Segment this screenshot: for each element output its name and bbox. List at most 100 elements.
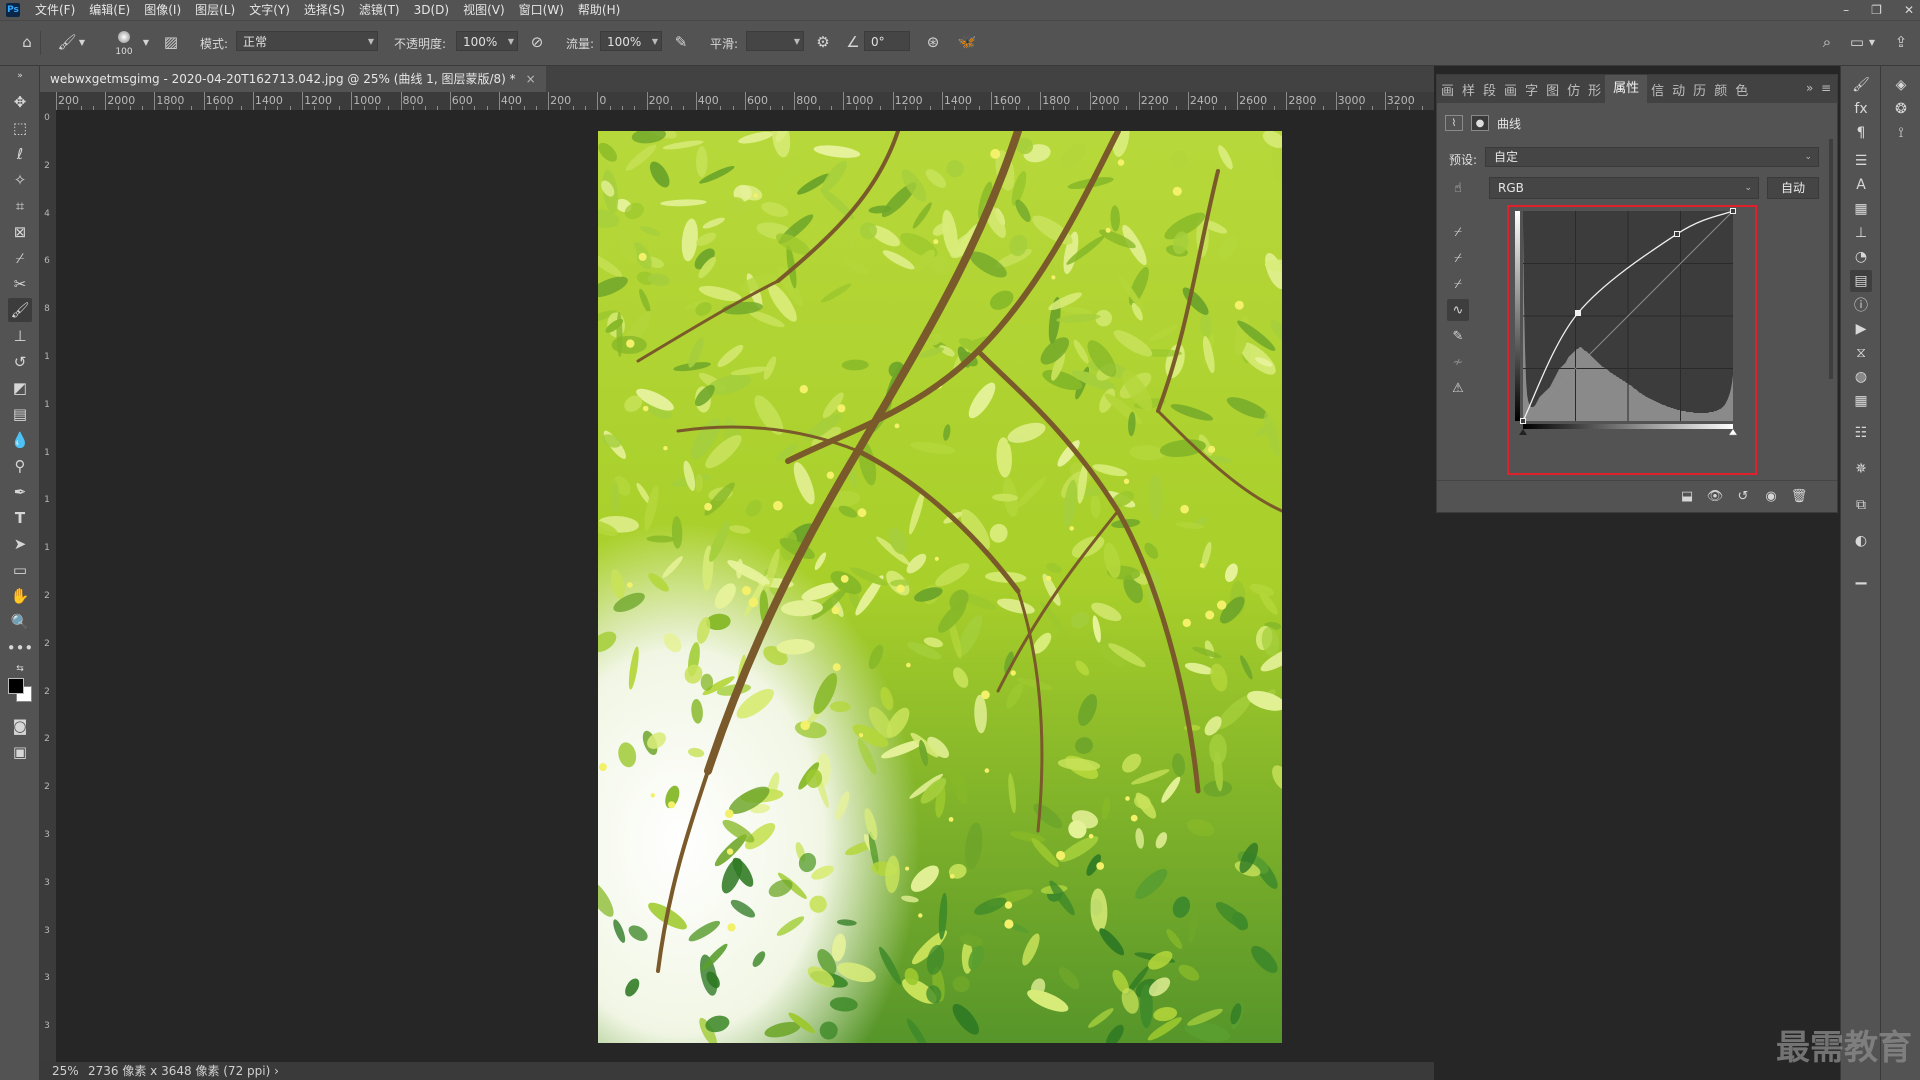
- navigator-icon[interactable]: ✵: [1850, 458, 1872, 480]
- brush-tool-icon[interactable]: 🖌: [56, 31, 78, 53]
- color-icon[interactable]: ◍: [1850, 366, 1872, 388]
- brush-preset-picker[interactable]: 100: [110, 29, 138, 59]
- chevron-down-icon[interactable]: ▼: [1866, 31, 1878, 53]
- white-point-eyedropper-icon[interactable]: ⌿: [1447, 273, 1469, 295]
- pressure-size-icon[interactable]: ⊛: [922, 31, 944, 53]
- screen-mode-icon[interactable]: ▣: [8, 740, 32, 764]
- clipping-warning-icon[interactable]: ⚠: [1447, 377, 1469, 399]
- collapse-toolbar-icon[interactable]: »: [8, 70, 32, 82]
- channel-select[interactable]: RGB ⌄: [1489, 177, 1759, 199]
- mode-select[interactable]: 正常 ▼: [236, 31, 378, 51]
- eraser-tool-icon[interactable]: ◩: [8, 376, 32, 400]
- swap-colors-icon[interactable]: ⇆: [8, 662, 32, 676]
- channels-icon[interactable]: ❂: [1890, 98, 1912, 120]
- preset-select[interactable]: 自定 ⌄: [1485, 147, 1819, 167]
- healing-brush-tool-icon[interactable]: ✂: [8, 272, 32, 296]
- brush-settings-panel-icon[interactable]: ▨: [160, 31, 182, 53]
- paths-icon[interactable]: ⟟: [1890, 122, 1912, 144]
- on-image-adjust-icon[interactable]: ☝: [1447, 177, 1469, 199]
- menu-file[interactable]: 文件(F): [28, 0, 82, 20]
- eyedropper-tool-icon[interactable]: ⌿: [8, 246, 32, 270]
- black-point-eyedropper-icon[interactable]: ⌿: [1447, 221, 1469, 243]
- angle-field[interactable]: 0°: [864, 31, 910, 51]
- tab-color[interactable]: 颜: [1710, 80, 1731, 99]
- tab-character[interactable]: 字: [1521, 80, 1542, 99]
- tab-properties[interactable]: 属性: [1605, 75, 1648, 103]
- airbrush-icon[interactable]: ✎: [670, 31, 692, 53]
- curve-control-point[interactable]: [1575, 310, 1581, 316]
- type-tool-icon[interactable]: T: [8, 506, 32, 530]
- trash-icon[interactable]: 🗑: [1789, 487, 1809, 505]
- draw-curve-pencil-icon[interactable]: ✎: [1447, 325, 1469, 347]
- search-icon[interactable]: ⌕: [1816, 31, 1838, 53]
- menu-image[interactable]: 图像(I): [137, 0, 188, 20]
- tab-swatches[interactable]: 色: [1731, 80, 1752, 99]
- gradient-tool-icon[interactable]: ▤: [8, 402, 32, 426]
- close-icon[interactable]: ✕: [1904, 3, 1914, 17]
- clone-stamp-tool-icon[interactable]: ⊥: [8, 324, 32, 348]
- flow-field[interactable]: 100% ▼: [600, 31, 662, 51]
- history-icon[interactable]: ⧖: [1850, 342, 1872, 364]
- smoothing-field[interactable]: ▼: [746, 31, 804, 51]
- actions-play-icon[interactable]: ▶: [1850, 318, 1872, 340]
- path-selection-tool-icon[interactable]: ➤: [8, 532, 32, 556]
- expand-panels-icon[interactable]: »: [1806, 81, 1813, 95]
- swatches-icon[interactable]: ▦: [1850, 390, 1872, 412]
- menu-edit[interactable]: 编辑(E): [82, 0, 137, 20]
- move-tool-icon[interactable]: ✥: [8, 90, 32, 114]
- hand-tool-icon[interactable]: ✋: [8, 584, 32, 608]
- curves-adjustment-icon[interactable]: ⌇: [1445, 115, 1463, 131]
- symmetry-icon[interactable]: 🦋: [956, 31, 978, 53]
- curves-graph-canvas[interactable]: [1509, 207, 1755, 473]
- restore-icon[interactable]: ❐: [1871, 3, 1882, 17]
- scrollbar-thumb[interactable]: [1829, 139, 1833, 379]
- curves-graph[interactable]: [1507, 205, 1757, 475]
- menu-type[interactable]: 文字(Y): [242, 0, 297, 20]
- adjustments-sliders-icon[interactable]: ☰: [1850, 150, 1872, 172]
- document-image[interactable]: [598, 131, 1282, 1043]
- lasso-tool-icon[interactable]: ℓ: [8, 142, 32, 166]
- edit-points-icon[interactable]: ∿: [1447, 299, 1469, 321]
- menu-3d[interactable]: 3D(D): [407, 0, 456, 20]
- layer-mask-icon[interactable]: ●: [1471, 115, 1489, 131]
- menu-help[interactable]: 帮助(H): [571, 0, 627, 20]
- styles-icon[interactable]: fx: [1850, 98, 1872, 120]
- color-swatches[interactable]: [8, 678, 32, 702]
- clone-source-icon[interactable]: ⊥: [1850, 222, 1872, 244]
- tab-glyphs[interactable]: 图: [1542, 80, 1563, 99]
- panel-scrollbar[interactable]: [1827, 139, 1835, 399]
- rectangle-tool-icon[interactable]: ▭: [8, 558, 32, 582]
- pressure-opacity-icon[interactable]: ⊘: [526, 31, 548, 53]
- share-icon[interactable]: ⇪: [1890, 31, 1912, 53]
- chevron-down-icon[interactable]: ▼: [76, 31, 88, 53]
- adjustments-icon[interactable]: ◐: [1850, 530, 1872, 552]
- history-brush-tool-icon[interactable]: ↺: [8, 350, 32, 374]
- dodge-tool-icon[interactable]: ⚲: [8, 454, 32, 478]
- auto-button[interactable]: 自动: [1767, 177, 1819, 199]
- frame-tool-icon[interactable]: ⊠: [8, 220, 32, 244]
- marquee-tool-icon[interactable]: ⬚: [8, 116, 32, 140]
- opacity-field[interactable]: 100% ▼: [456, 31, 518, 51]
- curve-control-point[interactable]: [1730, 208, 1736, 214]
- tab-paragraph[interactable]: 段: [1479, 80, 1500, 99]
- gray-point-eyedropper-icon[interactable]: ⌿: [1447, 247, 1469, 269]
- menu-layer[interactable]: 图层(L): [188, 0, 242, 20]
- more-tools-icon[interactable]: •••: [7, 636, 34, 660]
- glyphs-icon[interactable]: ▦: [1850, 198, 1872, 220]
- paragraph-icon[interactable]: ¶: [1850, 122, 1872, 144]
- menu-view[interactable]: 视图(V): [456, 0, 512, 20]
- home-icon[interactable]: ⌂: [16, 31, 38, 53]
- clip-to-layer-icon[interactable]: ⬓: [1677, 487, 1697, 505]
- character-icon[interactable]: A: [1850, 174, 1872, 196]
- tab-history[interactable]: 历: [1689, 80, 1710, 99]
- zoom-tool-icon[interactable]: 🔍: [8, 610, 32, 634]
- tab-styles[interactable]: 样: [1458, 80, 1479, 99]
- menu-filter[interactable]: 滤镜(T): [352, 0, 407, 20]
- crop-tool-icon[interactable]: ⌗: [8, 194, 32, 218]
- menu-select[interactable]: 选择(S): [297, 0, 352, 20]
- tab-actions[interactable]: 动: [1668, 80, 1689, 99]
- visibility-eye-icon[interactable]: ◉: [1761, 487, 1781, 505]
- tab-brushes[interactable]: 画: [1437, 80, 1458, 99]
- brush-tool-icon[interactable]: 🖌: [8, 298, 32, 322]
- horizontal-ruler[interactable]: 200 2000 1800 1600 1400 1200 1000 800 600 400 200 0…: [56, 92, 1434, 111]
